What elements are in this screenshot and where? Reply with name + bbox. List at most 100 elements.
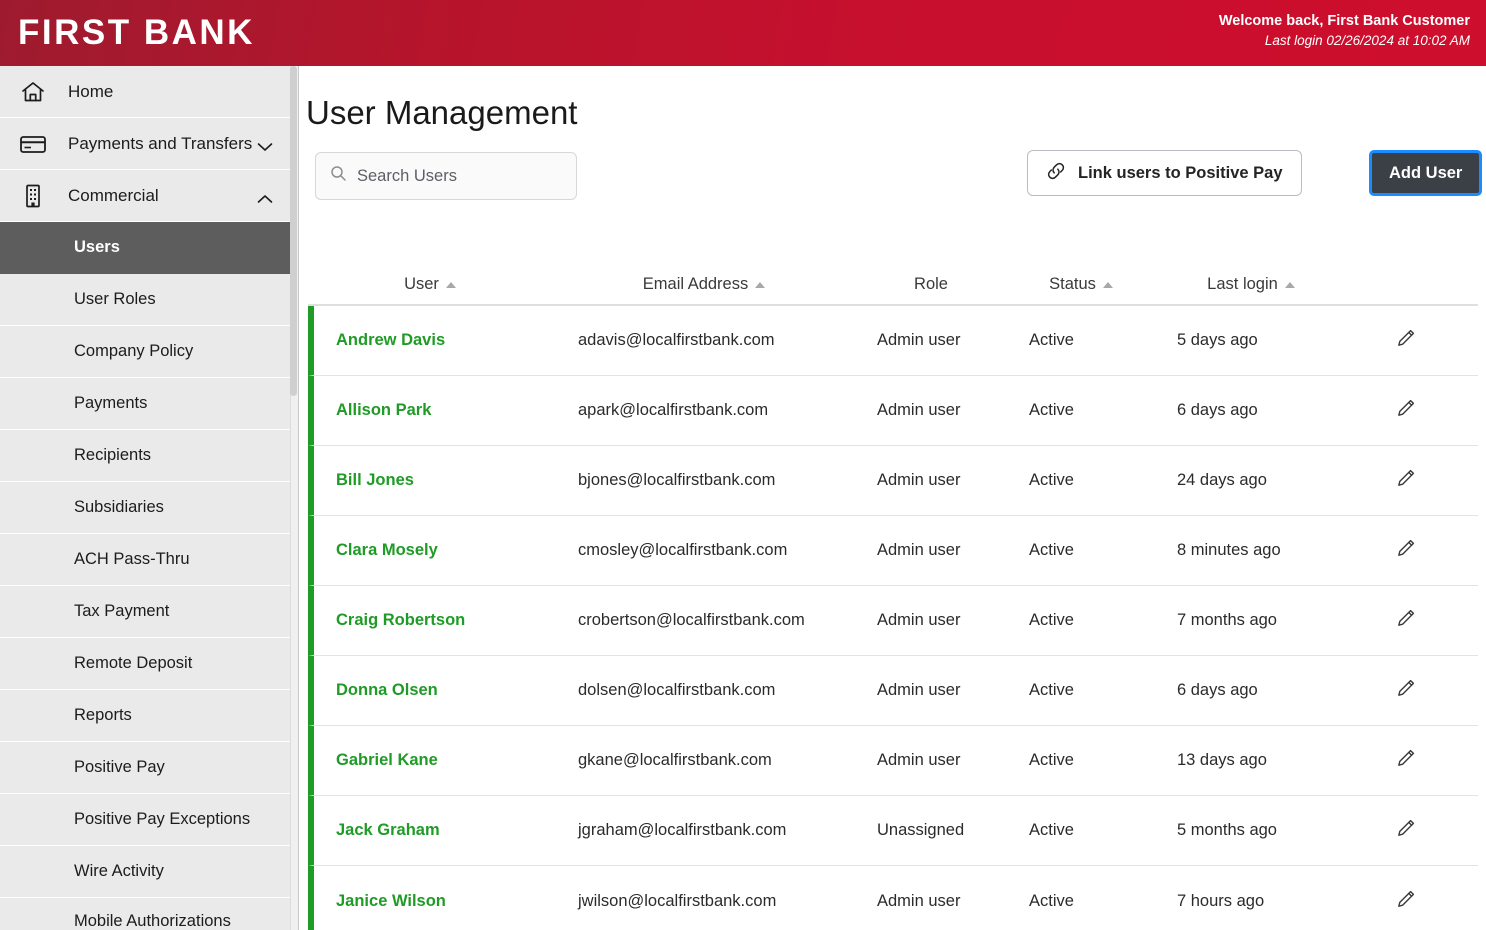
sidebar-item-reports[interactable]: Reports bbox=[0, 690, 291, 742]
table-row[interactable]: Bill Jones bjones@localfirstbank.com Adm… bbox=[308, 446, 1478, 516]
user-role: Unassigned bbox=[877, 821, 965, 839]
sort-ascending-icon bbox=[1102, 281, 1113, 288]
user-name-link[interactable]: Janice Wilson bbox=[314, 892, 552, 911]
user-name-link[interactable]: Jack Graham bbox=[314, 821, 552, 840]
link-users-to-positive-pay-button[interactable]: Link users to Positive Pay bbox=[1027, 150, 1302, 196]
table-row[interactable]: Andrew Davis adavis@localfirstbank.com A… bbox=[308, 306, 1478, 376]
edit-user-button[interactable] bbox=[1346, 607, 1466, 634]
sidebar-item-commercial[interactable]: Commercial bbox=[0, 170, 291, 222]
sidebar-item-mobile-authorizations[interactable]: Mobile Authorizations bbox=[0, 898, 291, 930]
sidebar-item-label: Payments and Transfers bbox=[68, 133, 253, 153]
user-email: cmosley@localfirstbank.com bbox=[578, 541, 788, 559]
user-status: Active bbox=[1029, 821, 1074, 839]
sidebar-item-user-roles[interactable]: User Roles bbox=[0, 274, 291, 326]
user-name-link[interactable]: Allison Park bbox=[314, 401, 552, 420]
user-status: Active bbox=[1029, 891, 1074, 910]
user-status: Active bbox=[1029, 331, 1074, 349]
column-header-last-login[interactable]: Last login bbox=[1156, 275, 1346, 294]
column-header-status[interactable]: Status bbox=[1006, 275, 1156, 294]
user-name-link[interactable]: Gabriel Kane bbox=[314, 751, 552, 770]
sort-ascending-icon bbox=[755, 281, 766, 288]
sort-ascending-icon bbox=[1284, 281, 1295, 288]
main-content: User Management Link users to Positive P… bbox=[300, 66, 1486, 930]
sidebar-item-payments[interactable]: Payments bbox=[0, 378, 291, 430]
user-role: Admin user bbox=[877, 401, 961, 419]
link-users-button-label: Link users to Positive Pay bbox=[1078, 163, 1283, 182]
sidebar-item-home[interactable]: Home bbox=[0, 66, 291, 118]
user-email: jgraham@localfirstbank.com bbox=[578, 821, 787, 839]
sidebar-nav: Home Payments and Transfers Commercial U… bbox=[0, 66, 299, 930]
column-header-label: User bbox=[404, 275, 439, 293]
user-last-login: 13 days ago bbox=[1177, 751, 1267, 769]
pencil-icon bbox=[1395, 537, 1417, 564]
column-header-label: Role bbox=[914, 275, 948, 293]
user-email: apark@localfirstbank.com bbox=[578, 401, 769, 419]
page-title: User Management bbox=[306, 94, 578, 131]
edit-user-button[interactable] bbox=[1346, 397, 1466, 424]
user-status: Active bbox=[1029, 611, 1074, 629]
edit-user-button[interactable] bbox=[1346, 888, 1466, 915]
edit-user-button[interactable] bbox=[1346, 327, 1466, 354]
sidebar-item-payments-and-transfers[interactable]: Payments and Transfers bbox=[0, 118, 291, 170]
sidebar-item-recipients[interactable]: Recipients bbox=[0, 430, 291, 482]
table-body: Andrew Davis adavis@localfirstbank.com A… bbox=[308, 306, 1478, 930]
pencil-icon bbox=[1395, 817, 1417, 844]
user-last-login: 6 days ago bbox=[1177, 401, 1258, 419]
table-row[interactable]: Gabriel Kane gkane@localfirstbank.com Ad… bbox=[308, 726, 1478, 796]
user-status: Active bbox=[1029, 751, 1074, 769]
user-status: Active bbox=[1029, 541, 1074, 559]
sidebar-item-tax-payment[interactable]: Tax Payment bbox=[0, 586, 291, 638]
app-header: FIRST BANK Welcome back, First Bank Cust… bbox=[0, 0, 1486, 66]
user-last-login: 24 days ago bbox=[1177, 471, 1267, 489]
search-users-box[interactable] bbox=[315, 152, 577, 200]
table-row[interactable]: Jack Graham jgraham@localfirstbank.com U… bbox=[308, 796, 1478, 866]
chevron-up-icon[interactable] bbox=[257, 191, 273, 203]
pencil-icon bbox=[1395, 467, 1417, 494]
sidebar-item-users[interactable]: Users bbox=[0, 222, 291, 274]
user-name-link[interactable]: Clara Mosely bbox=[314, 541, 552, 560]
user-name-link[interactable]: Bill Jones bbox=[314, 471, 552, 490]
sidebar-scrollbar[interactable] bbox=[290, 66, 298, 930]
brand-logo[interactable]: FIRST BANK bbox=[18, 12, 255, 54]
user-last-login: 7 hours ago bbox=[1177, 891, 1265, 910]
sidebar-item-positive-pay[interactable]: Positive Pay bbox=[0, 742, 291, 794]
sidebar-item-wire-activity[interactable]: Wire Activity bbox=[0, 846, 291, 898]
user-last-login: 5 days ago bbox=[1177, 331, 1258, 349]
sort-ascending-icon bbox=[445, 281, 456, 288]
table-row[interactable]: Donna Olsen dolsen@localfirstbank.com Ad… bbox=[308, 656, 1478, 726]
add-user-button[interactable]: Add User bbox=[1369, 150, 1483, 196]
user-role: Admin user bbox=[877, 331, 961, 349]
edit-user-button[interactable] bbox=[1346, 537, 1466, 564]
sidebar-scrollbar-thumb[interactable] bbox=[290, 66, 297, 396]
edit-user-button[interactable] bbox=[1346, 817, 1466, 844]
table-row[interactable]: Allison Park apark@localfirstbank.com Ad… bbox=[308, 376, 1478, 446]
pencil-icon bbox=[1395, 888, 1417, 915]
pencil-icon bbox=[1395, 397, 1417, 424]
table-row[interactable]: Craig Robertson crobertson@localfirstban… bbox=[308, 586, 1478, 656]
sidebar-item-company-policy[interactable]: Company Policy bbox=[0, 326, 291, 378]
user-name-link[interactable]: Andrew Davis bbox=[314, 331, 552, 350]
edit-user-button[interactable] bbox=[1346, 677, 1466, 704]
user-name-link[interactable]: Donna Olsen bbox=[314, 681, 552, 700]
users-table: User Email Address Role Status Last logi… bbox=[308, 246, 1478, 930]
sidebar-item-ach-pass-thru[interactable]: ACH Pass-Thru bbox=[0, 534, 291, 586]
sidebar-item-remote-deposit[interactable]: Remote Deposit bbox=[0, 638, 291, 690]
search-icon bbox=[330, 165, 347, 187]
link-icon bbox=[1046, 161, 1066, 186]
column-header-user[interactable]: User bbox=[308, 275, 552, 294]
sidebar-item-positive-pay-exceptions[interactable]: Positive Pay Exceptions bbox=[0, 794, 291, 846]
edit-user-button[interactable] bbox=[1346, 467, 1466, 494]
column-header-role[interactable]: Role bbox=[856, 275, 1006, 294]
user-role: Admin user bbox=[877, 681, 961, 699]
user-status: Active bbox=[1029, 401, 1074, 419]
chevron-down-icon[interactable] bbox=[257, 139, 273, 151]
column-header-email-address[interactable]: Email Address bbox=[552, 275, 856, 294]
table-row[interactable]: Janice Wilson jwilson@localfirstbank.com… bbox=[308, 866, 1478, 930]
sidebar-item-subsidiaries[interactable]: Subsidiaries bbox=[0, 482, 291, 534]
user-name-link[interactable]: Craig Robertson bbox=[314, 611, 552, 630]
search-input[interactable] bbox=[357, 166, 557, 186]
add-user-button-label: Add User bbox=[1389, 163, 1463, 182]
table-row[interactable]: Clara Mosely cmosley@localfirstbank.com … bbox=[308, 516, 1478, 586]
user-role: Admin user bbox=[877, 541, 961, 559]
edit-user-button[interactable] bbox=[1346, 747, 1466, 774]
